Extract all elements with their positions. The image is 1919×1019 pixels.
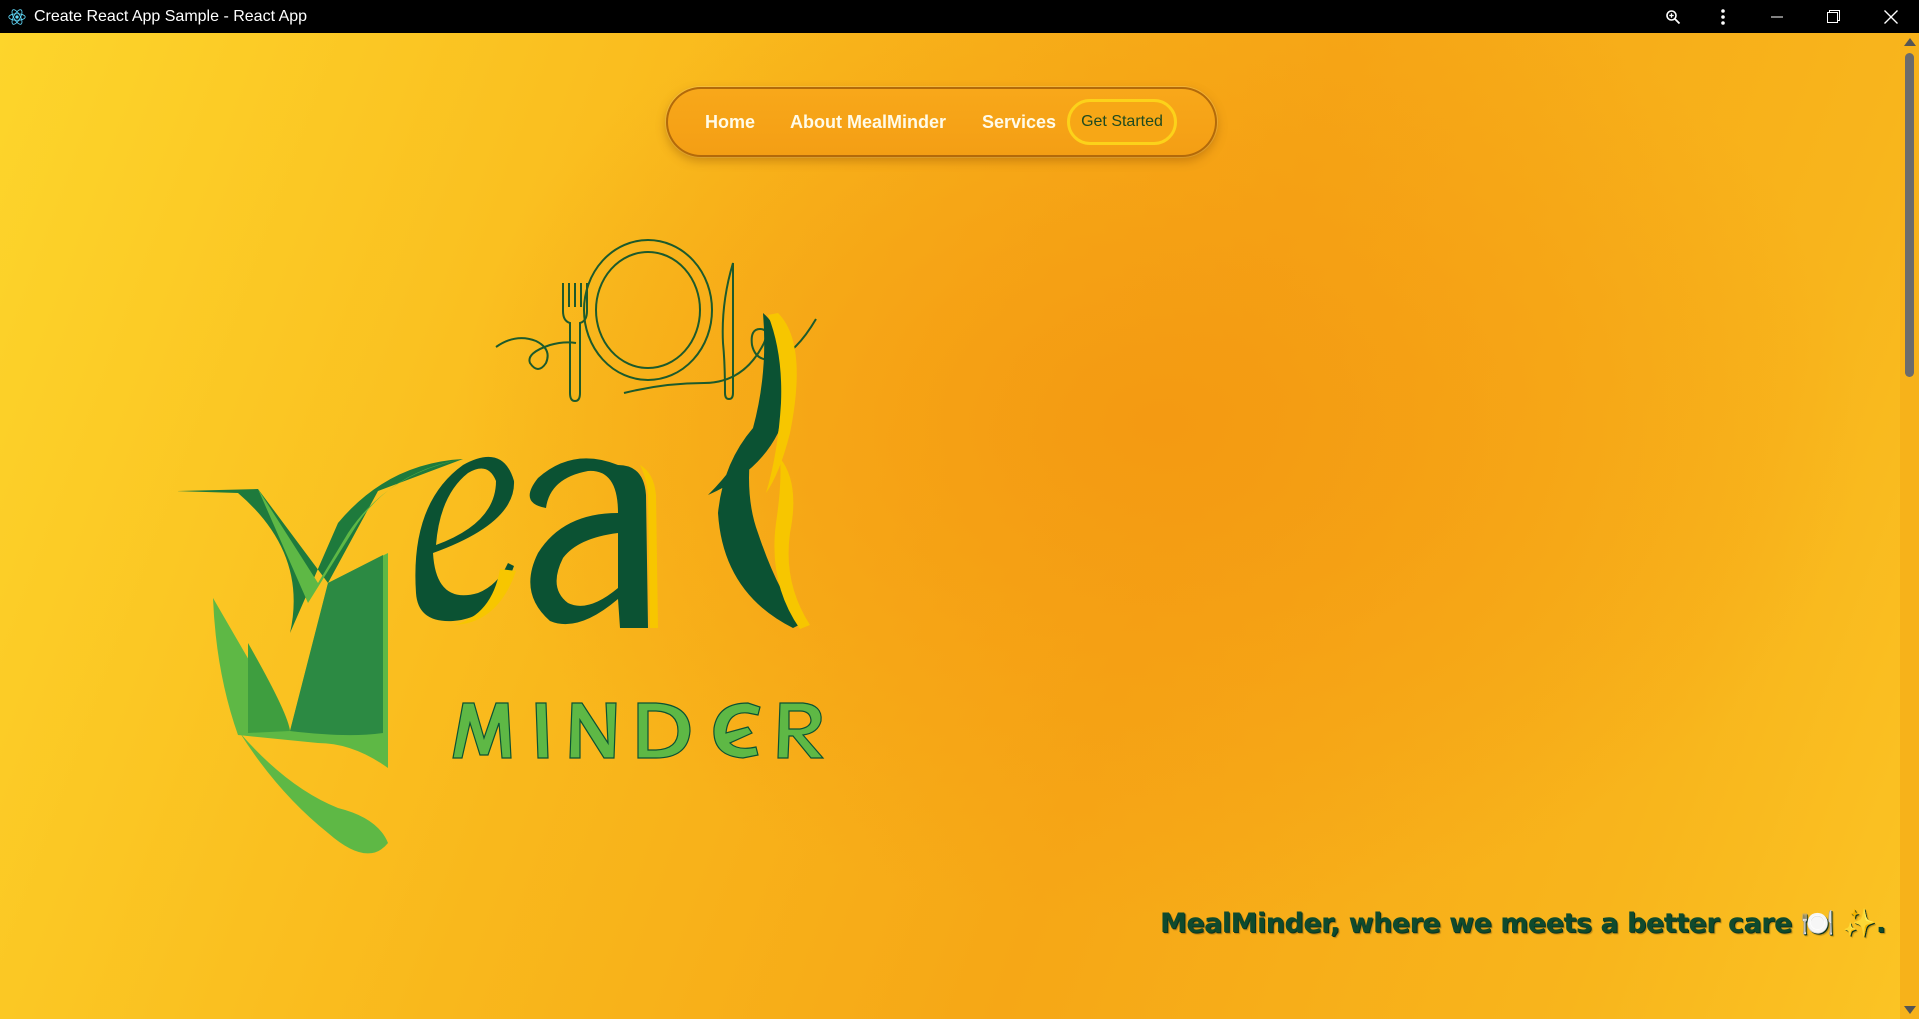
restore-button[interactable] — [1805, 0, 1862, 33]
main-nav: Home About MealMinder Services Get Start… — [666, 87, 1217, 157]
nav-home-link[interactable]: Home — [705, 87, 755, 157]
browser-menu-button[interactable] — [1698, 0, 1748, 33]
close-icon — [1883, 9, 1898, 24]
hero-tagline: MealMinder, where we meets a better care… — [1160, 908, 1886, 939]
zoom-icon — [1666, 9, 1681, 24]
page-viewport: Home About MealMinder Services Get Start… — [0, 33, 1900, 1019]
react-logo-icon — [6, 6, 28, 28]
scroll-down-arrow-icon[interactable] — [1904, 1006, 1916, 1014]
window-titlebar: Create React App Sample - React App — [0, 0, 1919, 33]
get-started-button[interactable]: Get Started — [1067, 99, 1177, 145]
page-scrollbar[interactable] — [1900, 33, 1919, 1019]
brand-word-minder — [452, 702, 825, 759]
minimize-button[interactable] — [1748, 0, 1805, 33]
scrollbar-thumb[interactable] — [1905, 53, 1914, 377]
restore-icon — [1827, 10, 1840, 23]
leaf-m-icon — [178, 459, 463, 854]
kebab-menu-icon — [1721, 8, 1725, 25]
minimize-icon — [1770, 16, 1783, 17]
window-controls — [1648, 0, 1919, 33]
scroll-up-arrow-icon[interactable] — [1904, 38, 1916, 46]
zoom-button[interactable] — [1648, 0, 1698, 33]
close-button[interactable] — [1862, 0, 1919, 33]
brand-letters-eal — [415, 313, 810, 629]
nav-about-link[interactable]: About MealMinder — [790, 87, 946, 157]
mealminder-logo — [178, 239, 825, 854]
window-title: Create React App Sample - React App — [34, 7, 308, 25]
nav-services-link[interactable]: Services — [982, 87, 1056, 157]
